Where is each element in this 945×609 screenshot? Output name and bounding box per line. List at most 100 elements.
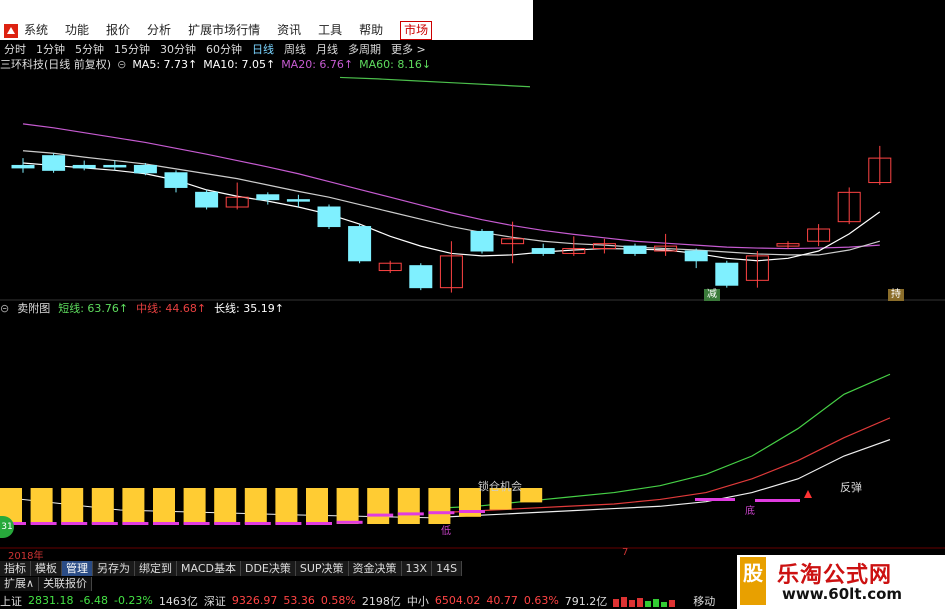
sub-chart-name: 卖附图 bbox=[17, 302, 51, 315]
signal-bar bbox=[397, 512, 424, 516]
indicator-bar bbox=[91, 488, 114, 524]
indicator-bar bbox=[244, 488, 267, 524]
signal-bar bbox=[306, 522, 332, 525]
tab-template[interactable]: 模板 bbox=[31, 561, 62, 576]
zx-index-pct: 0.63% bbox=[523, 594, 559, 607]
tab-manage[interactable]: 管理 bbox=[62, 561, 93, 576]
tab-linked-quote[interactable]: 关联报价 bbox=[39, 577, 93, 591]
candle-body bbox=[531, 248, 555, 254]
watermark-mark: 股 bbox=[740, 557, 766, 605]
ma60-line bbox=[339, 76, 531, 88]
sh-index-value: 2831.18 bbox=[28, 594, 74, 607]
indicator-bar bbox=[183, 488, 206, 524]
signal-bar bbox=[91, 522, 118, 525]
candlestick-chart[interactable] bbox=[0, 0, 945, 560]
zx-index-volume: 791.2亿 bbox=[564, 594, 608, 608]
sh-index-name[interactable]: 上证 bbox=[0, 593, 22, 609]
indicator-bar bbox=[397, 488, 420, 524]
bottom-tabs: 扩展∧ 关联报价 bbox=[0, 577, 93, 591]
indicator-bar bbox=[428, 488, 451, 524]
indicator-bar bbox=[306, 488, 328, 524]
tab-save-as[interactable]: 另存为 bbox=[93, 561, 135, 576]
zx-index-name[interactable]: 中小 bbox=[407, 593, 429, 609]
indicator-bar bbox=[153, 488, 175, 524]
short-line-readout: 短线: 63.76↑ bbox=[58, 302, 129, 315]
signal-bar bbox=[30, 522, 57, 525]
indicator-bar bbox=[367, 488, 390, 524]
candle-body bbox=[715, 262, 739, 286]
indicator-bar bbox=[275, 488, 298, 524]
signal-bar bbox=[428, 511, 455, 515]
band-label: 锁仓机会 bbox=[478, 480, 522, 493]
candle-body bbox=[256, 194, 280, 201]
rebound-label: 反弹 bbox=[840, 481, 862, 494]
zx-index-value: 6504.02 bbox=[434, 594, 481, 607]
sub-chart-title: ⊝ 卖附图 短线: 63.76↑ 中线: 44.68↑ 长线: 35.19↑ bbox=[0, 301, 292, 316]
signal-bar bbox=[122, 522, 149, 525]
signal-bar bbox=[61, 522, 88, 525]
tab-sup[interactable]: SUP决策 bbox=[295, 561, 349, 576]
mid-line-readout: 中线: 44.68↑ bbox=[136, 302, 207, 315]
long-line-readout: 长线: 35.19↑ bbox=[214, 302, 284, 315]
candle-body bbox=[470, 230, 494, 252]
tab-14s[interactable]: 14S bbox=[432, 561, 463, 576]
tab-13x[interactable]: 13X bbox=[401, 561, 433, 576]
year-label: 2018年 bbox=[8, 551, 44, 562]
candle-body bbox=[286, 199, 310, 202]
signal-bar bbox=[459, 510, 485, 513]
candle-body bbox=[103, 164, 127, 168]
candle-body bbox=[684, 250, 708, 262]
market-breadth-bars bbox=[613, 596, 676, 607]
candle-body bbox=[72, 164, 96, 169]
indicator-bar bbox=[30, 488, 53, 524]
sz-index-value: 9326.97 bbox=[231, 594, 278, 607]
indicator-tabs: 指标 模板 管理 另存为 绑定到 MACD基本 DDE决策 SUP决策 资金决策… bbox=[0, 561, 463, 576]
bottom-label: 低 bbox=[441, 526, 451, 537]
signal-bar bbox=[275, 522, 302, 525]
buy-signal-badge: 减 bbox=[704, 289, 720, 301]
candle-body bbox=[164, 172, 188, 188]
sh-index-pct: -0.23% bbox=[113, 594, 153, 607]
sz-index-name[interactable]: 深证 bbox=[204, 593, 226, 609]
indicator-bar bbox=[214, 488, 237, 524]
sub-toggle-icon[interactable]: ⊝ bbox=[0, 302, 9, 315]
indicator-bar bbox=[336, 488, 359, 524]
indicator-bar bbox=[122, 488, 145, 524]
watermark: 股 乐淘公式网 www.60lt.com bbox=[737, 555, 945, 609]
ma20-line bbox=[22, 123, 880, 250]
signal-bar bbox=[183, 522, 210, 525]
watermark-url: www.60lt.com bbox=[782, 585, 903, 603]
zx-index-change: 40.77 bbox=[486, 594, 518, 607]
signal-bar bbox=[244, 522, 271, 525]
move-label[interactable]: 移动 bbox=[693, 593, 715, 609]
sz-index-volume: 2198亿 bbox=[361, 594, 401, 608]
signal-bar bbox=[695, 498, 735, 501]
tab-dde[interactable]: DDE决策 bbox=[240, 561, 296, 576]
tab-extend[interactable]: 扩展∧ bbox=[0, 577, 40, 591]
candle-body bbox=[133, 164, 157, 174]
sz-index-pct: 0.58% bbox=[320, 594, 356, 607]
tab-bind[interactable]: 绑定到 bbox=[135, 561, 177, 576]
up-arrow-icon bbox=[804, 490, 812, 498]
indicator-bar bbox=[61, 488, 84, 524]
month-label: 7 bbox=[622, 547, 629, 558]
tab-fund[interactable]: 资金决策 bbox=[348, 561, 402, 576]
candle-body bbox=[195, 191, 219, 208]
sh-index-change: -6.48 bbox=[79, 594, 108, 607]
mid-label: 底 bbox=[745, 506, 755, 517]
signal-bar bbox=[153, 522, 179, 525]
candle-body bbox=[317, 206, 341, 228]
candle-body bbox=[623, 245, 647, 254]
signal-bar bbox=[755, 499, 800, 502]
sh-index-volume: 1463亿 bbox=[158, 594, 198, 608]
signal-bar bbox=[367, 513, 394, 517]
sell-signal-badge: 持 bbox=[888, 289, 904, 301]
tab-indicator[interactable]: 指标 bbox=[0, 561, 31, 576]
candle-body bbox=[11, 164, 35, 169]
signal-bar bbox=[336, 520, 363, 524]
candle-body bbox=[348, 226, 372, 262]
candle-body bbox=[42, 155, 66, 171]
candle-body bbox=[409, 265, 433, 289]
tab-macd[interactable]: MACD基本 bbox=[177, 561, 241, 576]
signal-bar bbox=[214, 522, 241, 525]
